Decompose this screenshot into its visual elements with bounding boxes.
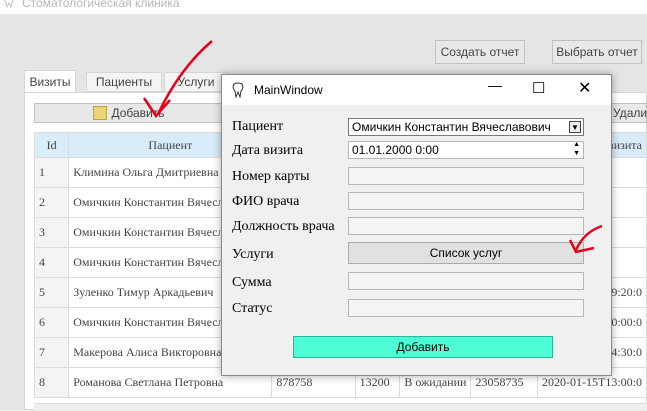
label-services: Услуги — [232, 247, 274, 262]
label-sum: Сумма — [232, 275, 272, 290]
chevron-down-icon[interactable]: ▼ — [569, 121, 581, 133]
tooth-icon — [4, 0, 14, 8]
dialog-title-bar: MainWindow — ☐ ✕ — [222, 75, 611, 105]
label-patient: Пациент — [232, 119, 284, 134]
main-window: Стоматологическая клиника Создать отчет … — [0, 0, 647, 411]
close-icon[interactable]: ✕ — [578, 78, 591, 98]
dialog-title: MainWindow — [254, 83, 323, 97]
card-number-field[interactable] — [348, 167, 584, 185]
label-status: Статус — [232, 301, 273, 316]
annotation-arrow-services — [568, 224, 603, 254]
patient-value: Омичкин Константин Вячеславович — [352, 120, 551, 134]
tooth-icon — [232, 82, 244, 98]
patient-combobox[interactable]: Омичкин Константин Вячеславович ▼ — [348, 118, 584, 136]
spin-arrows-icon[interactable]: ▲ ▼ — [573, 140, 580, 158]
dialog-add-button[interactable]: Добавить — [293, 336, 553, 358]
label-date: Дата визита — [232, 143, 304, 158]
services-list-button[interactable]: Список услуг — [348, 242, 584, 264]
maximize-icon[interactable]: ☐ — [532, 79, 545, 97]
minimize-icon[interactable]: — — [488, 77, 502, 93]
label-doctor: ФИО врача — [232, 194, 300, 209]
title-bar: Стоматологическая клиника — [0, 0, 647, 14]
doctor-name-field[interactable] — [348, 192, 584, 210]
doctor-position-field[interactable] — [348, 217, 584, 235]
mainwindow-dialog: MainWindow — ☐ ✕ Пациент Омичкин Констан… — [221, 74, 612, 376]
date-time-edit[interactable]: 01.01.2000 0:00 ▲ ▼ — [348, 141, 584, 159]
sum-field[interactable] — [348, 272, 584, 290]
status-field[interactable] — [348, 299, 584, 317]
label-position: Должность врача — [232, 219, 335, 234]
annotation-arrow-add — [142, 40, 213, 119]
app-title: Стоматологическая клиника — [22, 0, 180, 10]
date-value: 01.01.2000 0:00 — [352, 143, 439, 157]
label-card: Номер карты — [232, 169, 310, 184]
